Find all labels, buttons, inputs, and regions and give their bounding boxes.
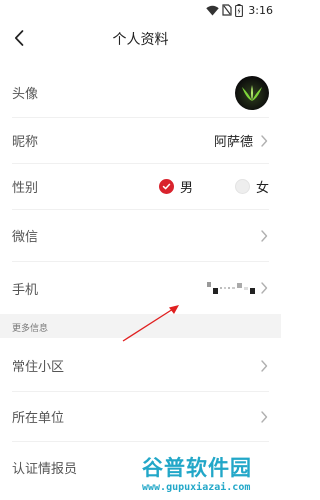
- certified-informant-label: 认证情报员: [12, 461, 78, 477]
- residential-community-row[interactable]: 常住小区: [12, 340, 269, 392]
- phone-label: 手机: [12, 282, 39, 298]
- chevron-right-icon: [261, 410, 268, 423]
- nickname-row[interactable]: 昵称 阿萨德: [12, 118, 269, 164]
- wechat-right: [259, 229, 269, 243]
- chevron-right-icon: [261, 282, 268, 294]
- no-sim-icon: [222, 4, 232, 16]
- employer-right: [259, 410, 269, 424]
- avatar-label: 头像: [12, 87, 39, 102]
- nickname-right: 阿萨德: [214, 131, 269, 150]
- watermark-url: www.gupuxiazai.com: [142, 482, 251, 493]
- avatar-row[interactable]: 头像: [12, 68, 269, 118]
- gender-options: 男 女: [158, 177, 269, 196]
- section-title: 更多信息: [12, 324, 49, 334]
- residential-community-right: [259, 359, 269, 373]
- phone-right: [207, 281, 269, 295]
- watermark-brand: 谷普软件园: [142, 456, 252, 480]
- chevron-right-icon: [261, 134, 268, 147]
- radio-unchecked-icon[interactable]: [234, 179, 250, 194]
- gender-row: 性别 男 女: [12, 164, 269, 210]
- watermark: 谷普软件园 www.gupuxiazai.com: [136, 452, 281, 500]
- phone-row[interactable]: 手机: [12, 262, 269, 314]
- gender-option-female[interactable]: 女: [234, 177, 269, 196]
- wechat-row[interactable]: 微信: [12, 210, 269, 262]
- battery-charging-icon: [235, 3, 244, 17]
- page-title: 个人资料: [112, 32, 169, 48]
- employer-label: 所在单位: [12, 411, 65, 426]
- wifi-icon: [206, 5, 219, 15]
- nickname-label: 昵称: [12, 135, 39, 150]
- avatar-right: [235, 75, 269, 110]
- employer-row[interactable]: 所在单位: [12, 392, 269, 442]
- chevron-right-icon: [261, 359, 268, 372]
- status-icons: 3:16: [206, 3, 273, 17]
- status-bar: 3:16: [0, 0, 281, 20]
- wechat-label: 微信: [12, 230, 39, 245]
- chevron-right-icon: [261, 229, 268, 242]
- radio-checked-icon[interactable]: [158, 179, 174, 194]
- nickname-value: 阿萨德: [213, 135, 253, 150]
- gender-option-label: 男: [179, 181, 193, 196]
- avatar[interactable]: [235, 75, 269, 110]
- more-info-section-header: 更多信息: [0, 314, 281, 338]
- gender-option-male[interactable]: 男: [158, 177, 193, 196]
- nav-bar: 个人资料: [0, 20, 281, 56]
- gender-option-label: 女: [255, 181, 269, 196]
- status-time: 3:16: [248, 3, 273, 17]
- phone-masked-value: [207, 281, 255, 294]
- gender-label: 性别: [12, 181, 39, 196]
- avatar-leaf-logo-icon: [242, 84, 262, 101]
- residential-community-label: 常住小区: [12, 360, 65, 375]
